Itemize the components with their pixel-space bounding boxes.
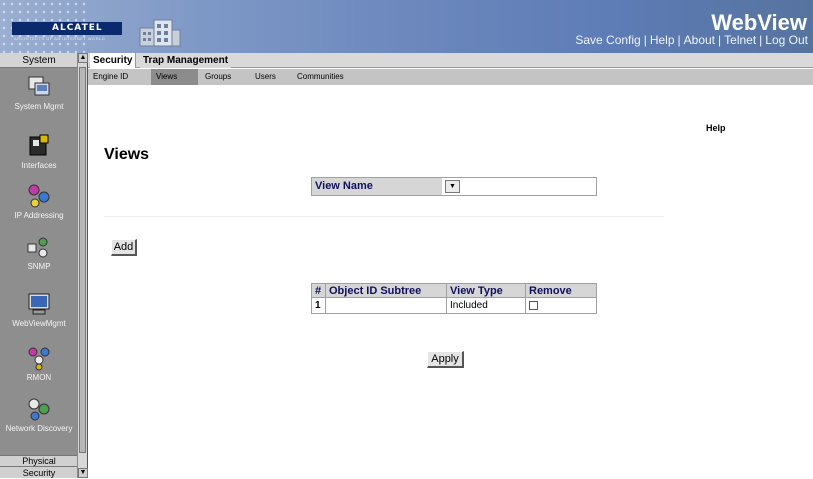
subtab-users[interactable]: Users — [250, 69, 281, 85]
app-header: ALCATEL ARCHITECTS OF AN INTERNET WORLD … — [0, 0, 813, 53]
sidebar-item-network-discovery[interactable]: Network Discovery — [0, 396, 78, 433]
table-header-row: # Object ID Subtree View Type Remove — [311, 283, 597, 298]
sidebar-item-label: Interfaces — [21, 161, 57, 170]
view-name-row: View Name ▼ — [311, 177, 597, 196]
scroll-down-icon[interactable]: ▼ — [78, 468, 88, 478]
view-type-cell: Included — [446, 297, 526, 314]
system-mgmt-icon — [28, 76, 50, 96]
sidebar-item-label: SNMP — [27, 262, 51, 271]
rmon-icon — [28, 347, 50, 371]
table-row: 1 Included — [311, 297, 597, 314]
remove-cell — [525, 297, 597, 314]
sidebar-header-system[interactable]: System — [0, 53, 78, 68]
subtab-groups[interactable]: Groups — [200, 69, 236, 85]
sidebar-item-label: WebViewMgmt — [12, 319, 66, 328]
top-nav: Save Config | Help | About | Telnet | Lo… — [572, 33, 811, 47]
sidebar-item-rmon[interactable]: RMON — [0, 345, 78, 382]
tab-security[interactable]: Security — [90, 53, 137, 68]
column-header-view-type: View Type — [446, 283, 526, 298]
views-table: # Object ID Subtree View Type Remove 1 I… — [311, 283, 597, 314]
view-name-label: View Name — [312, 178, 442, 195]
column-header-remove: Remove — [525, 283, 597, 298]
view-name-select[interactable]: ▼ — [445, 180, 460, 193]
column-header-object-id-subtree: Object ID Subtree — [325, 283, 447, 298]
row-number: 1 — [311, 297, 326, 314]
save-config-link[interactable]: Save Config — [572, 33, 643, 47]
network-discovery-icon — [28, 398, 50, 421]
snmp-icon — [27, 237, 48, 258]
apply-button[interactable]: Apply — [427, 351, 464, 368]
logo-text: ALCATEL — [52, 23, 103, 33]
sidebar-item-snmp[interactable]: SNMP — [0, 234, 78, 271]
scroll-up-icon[interactable]: ▲ — [78, 53, 88, 63]
subtab-communities[interactable]: Communities — [292, 69, 349, 85]
sidebar-section-physical[interactable]: Physical — [0, 455, 78, 466]
logout-link[interactable]: Log Out — [762, 33, 811, 47]
subtab-views[interactable]: Views — [151, 69, 198, 85]
telnet-link[interactable]: Telnet — [721, 33, 759, 47]
sidebar-section-security[interactable]: Security — [0, 466, 78, 478]
tab-trap-management[interactable]: Trap Management — [140, 53, 232, 68]
webview-mgmt-icon — [28, 293, 50, 315]
remove-checkbox[interactable] — [529, 300, 538, 310]
help-link-top[interactable]: Help — [647, 33, 678, 47]
add-button[interactable]: Add — [111, 239, 137, 256]
ip-addressing-icon — [28, 184, 50, 208]
sidebar-scrollbar[interactable]: ▲ ▼ — [77, 53, 88, 478]
view-name-field: ▼ — [442, 178, 596, 195]
interfaces-icon — [29, 134, 49, 156]
sidebar-item-label: System Mgmt — [14, 102, 64, 111]
subtab-engine-id[interactable]: Engine ID — [88, 69, 133, 85]
section-divider — [104, 216, 664, 217]
sidebar-item-label: Network Discovery — [5, 424, 73, 433]
column-header-number: # — [311, 283, 326, 298]
subtab-bar: Engine ID Views Groups Users Communities — [88, 69, 813, 85]
sidebar-item-system-mgmt[interactable]: System Mgmt — [0, 74, 78, 111]
page-title: Views — [104, 146, 150, 163]
chevron-down-icon: ▼ — [449, 183, 456, 190]
sidebar: System System Mgmt Interfaces IP Address… — [0, 53, 88, 478]
about-link[interactable]: About — [681, 33, 718, 47]
sidebar-item-label: IP Addressing — [14, 211, 64, 220]
sidebar-item-label: RMON — [26, 373, 52, 382]
object-id-subtree-cell — [325, 297, 447, 314]
building-icon — [139, 19, 181, 47]
sidebar-item-webview-mgmt[interactable]: WebViewMgmt — [0, 291, 78, 328]
tab-bar: Security Trap Management — [88, 53, 813, 68]
help-link[interactable]: Help — [706, 123, 726, 133]
scrollbar-thumb[interactable] — [79, 67, 86, 453]
sidebar-item-interfaces[interactable]: Interfaces — [0, 133, 78, 170]
sidebar-item-ip-addressing[interactable]: IP Addressing — [0, 183, 78, 220]
logo-tagline: ARCHITECTS OF AN INTERNET WORLD — [14, 36, 106, 41]
